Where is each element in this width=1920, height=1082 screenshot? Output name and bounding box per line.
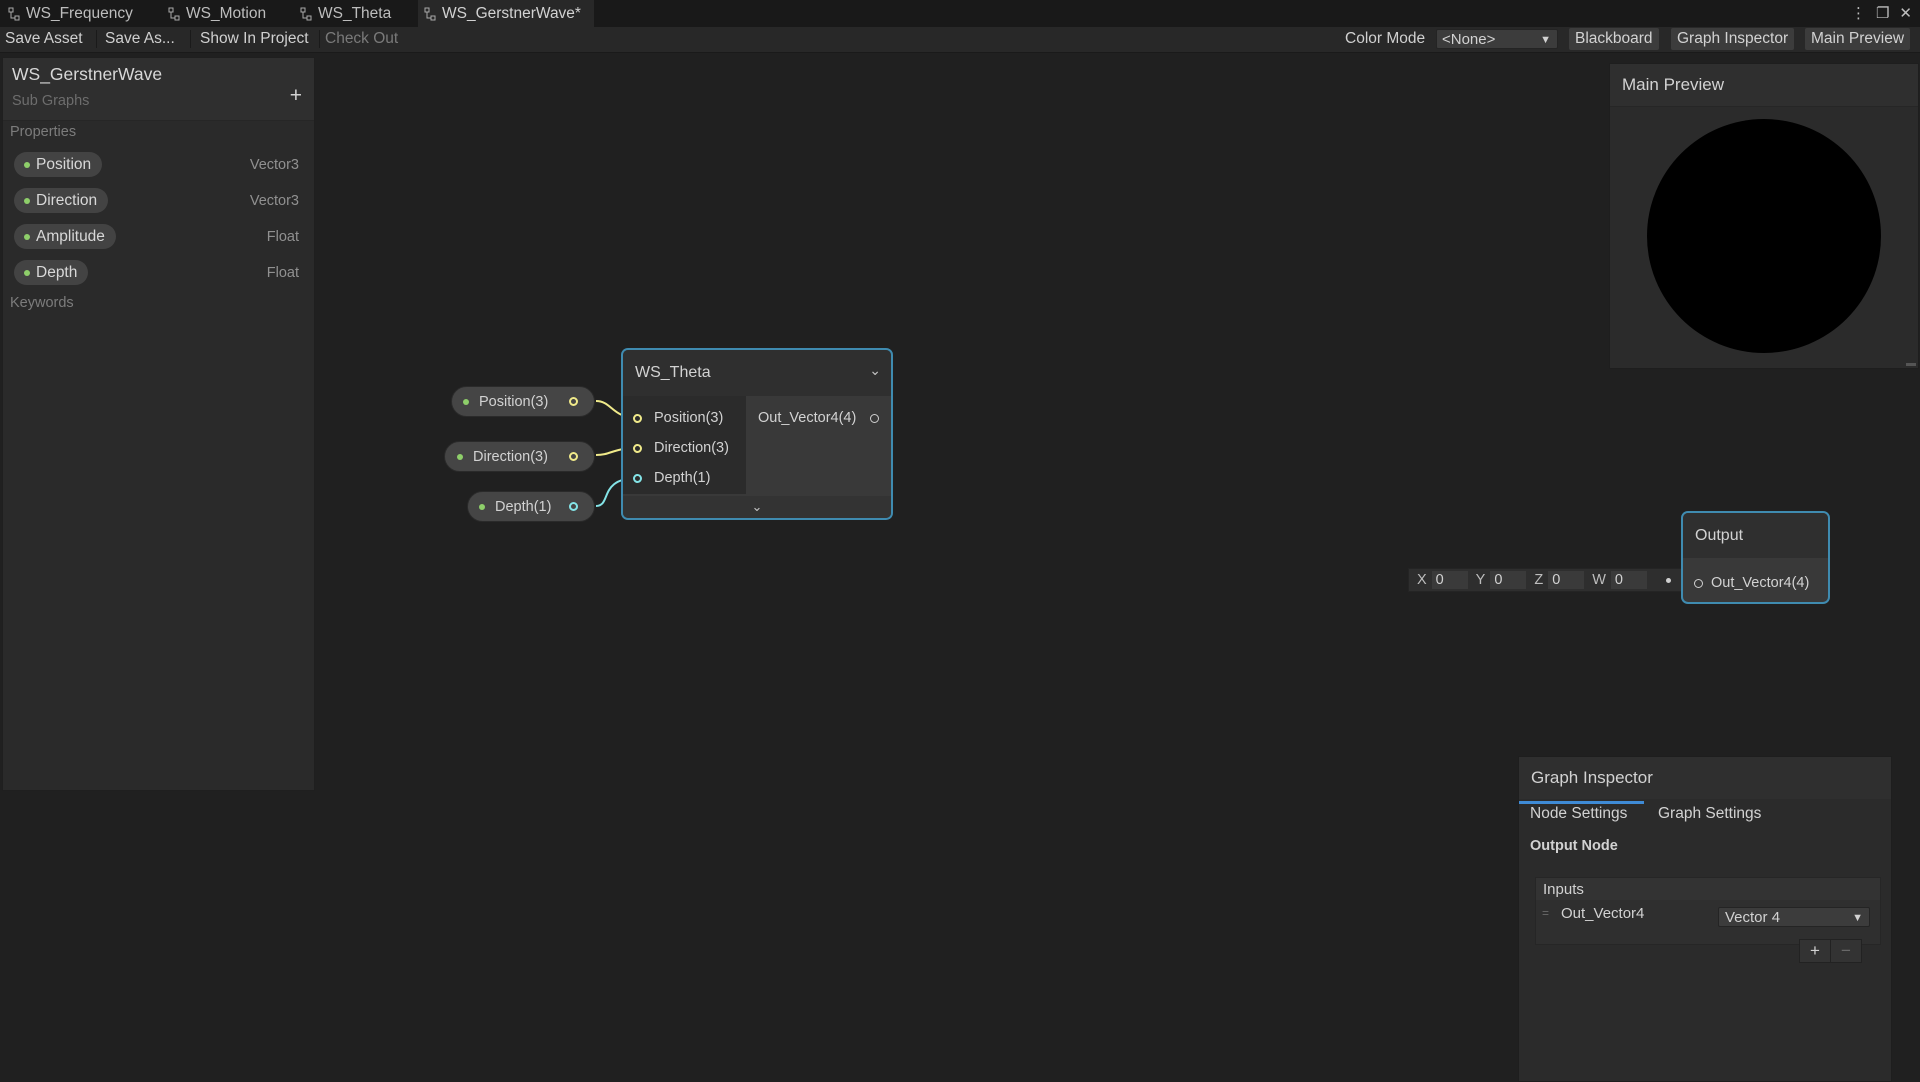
input-port-out-vector4[interactable]: Out_Vector4(4) [1694,575,1809,591]
y-label: Y [1475,572,1486,588]
add-input-button[interactable]: + [1799,939,1831,963]
port-icon [633,443,642,453]
input-port-position[interactable]: Position(3) [633,410,723,426]
collapse-chevron-icon[interactable]: ⌄ [869,362,881,379]
tab-node-settings[interactable]: Node Settings [1530,805,1627,823]
dropdown-arrow-icon: ▼ [1852,912,1863,924]
drag-handle-icon[interactable]: = [1542,906,1549,920]
property-dot [479,503,485,510]
z-input[interactable]: 0 [1548,571,1585,589]
property-dot [457,453,463,460]
property-node-label: Depth(1) [495,498,552,515]
node-title: WS_Theta [623,350,891,396]
z-label: Z [1534,572,1544,588]
inputs-header: Inputs [1543,881,1584,898]
w-label: W [1592,572,1606,588]
preview-sphere[interactable] [1647,119,1881,353]
port-label: Direction(3) [654,440,729,456]
main-preview-panel: Main Preview [1609,63,1919,369]
tab-graph-settings[interactable]: Graph Settings [1658,805,1761,823]
connector-dot [1666,577,1671,583]
property-node-depth[interactable]: Depth(1) [467,491,595,522]
output-port[interactable] [569,397,578,406]
x-label: X [1417,572,1427,588]
w-input[interactable]: 0 [1610,571,1647,589]
remove-input-button[interactable]: − [1830,939,1862,963]
input-port-depth[interactable]: Depth(1) [633,470,710,486]
property-dot [463,398,469,405]
node-title: Output [1683,513,1828,558]
property-node-position[interactable]: Position(3) [451,386,595,417]
port-icon [1694,578,1703,588]
port-label: Position(3) [654,410,724,426]
input-type-value: Vector 4 [1725,909,1781,926]
ws-theta-node[interactable]: WS_Theta ⌄ Position(3) Direction(3) Dept… [623,350,891,518]
input-port-direction[interactable]: Direction(3) [633,440,729,456]
output-port[interactable] [569,502,578,511]
section-title: Output Node [1530,838,1618,854]
port-label: Out_Vector4(4) [758,410,857,426]
input-name[interactable]: Out_Vector4 [1561,905,1644,922]
output-node[interactable]: Output Out_Vector4(4) [1683,513,1828,602]
port-icon [633,473,642,483]
main-preview-title: Main Preview [1610,64,1918,107]
output-port[interactable] [569,452,578,461]
vector4-default-field: X0 Y0 Z0 W0 [1408,568,1682,592]
output-port-vector4[interactable]: Out_Vector4(4) [758,410,880,426]
port-icon [633,413,642,423]
port-icon [870,413,880,423]
expand-preview-chevron-icon[interactable]: ⌄ [623,496,891,518]
property-node-direction[interactable]: Direction(3) [444,441,595,472]
property-node-label: Position(3) [479,393,549,410]
active-tab-indicator [1519,801,1644,804]
property-node-label: Direction(3) [473,448,548,465]
inputs-header-bg [1536,878,1880,900]
port-label: Depth(1) [654,470,711,486]
graph-inspector-title: Graph Inspector [1519,757,1891,799]
input-type-select[interactable]: Vector 4 ▼ [1718,907,1870,927]
y-input[interactable]: 0 [1490,571,1527,589]
port-label: Out_Vector4(4) [1711,575,1810,591]
resize-handle[interactable] [1906,363,1916,366]
x-input[interactable]: 0 [1431,571,1468,589]
